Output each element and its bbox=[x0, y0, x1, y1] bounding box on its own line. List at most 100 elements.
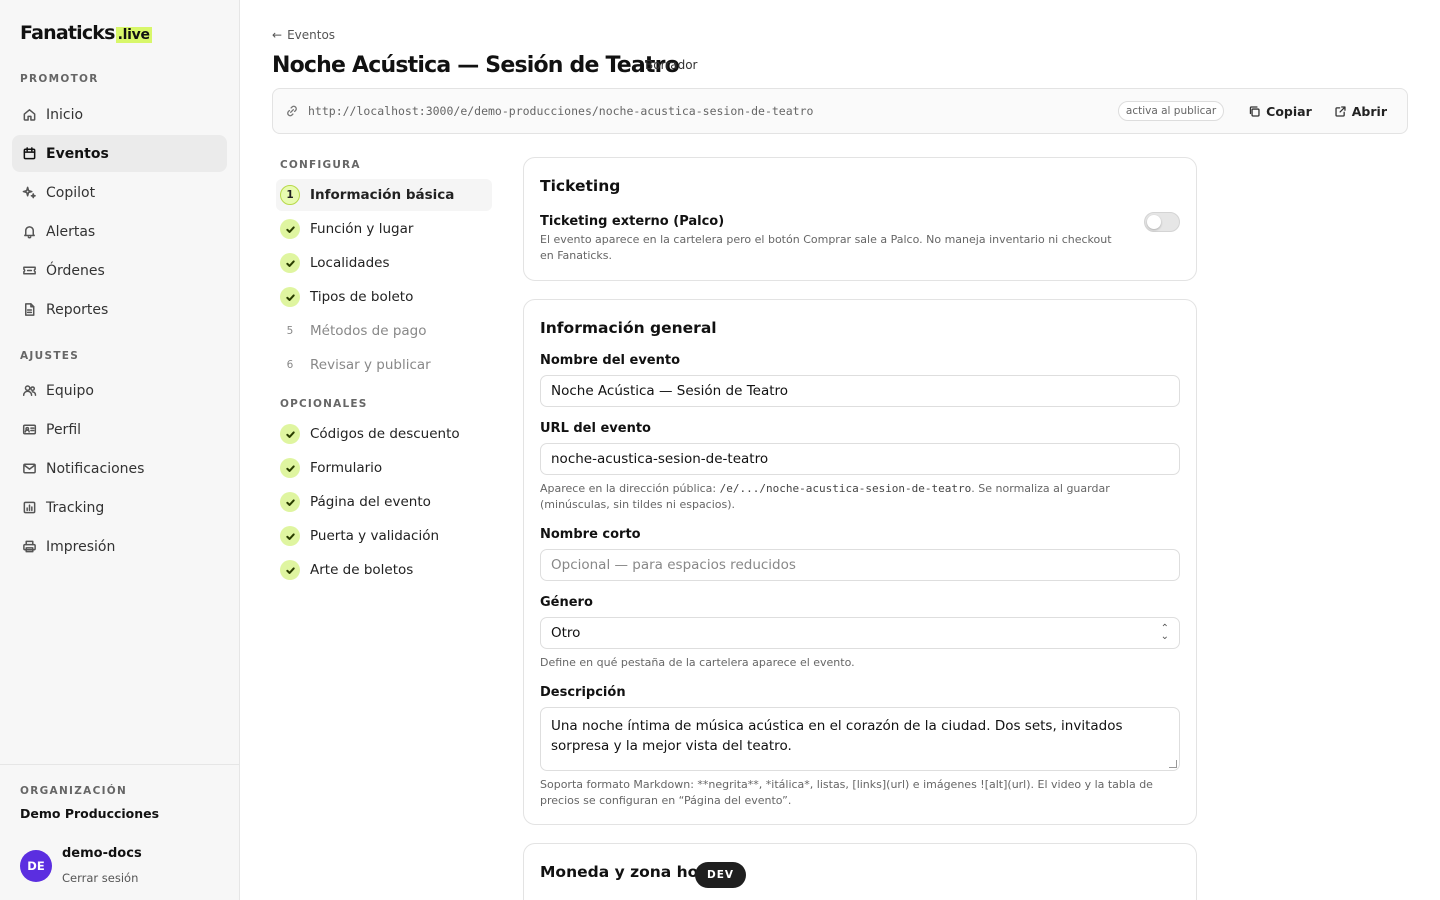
step-number: 6 bbox=[286, 359, 294, 371]
step-label: Arte de boletos bbox=[310, 562, 414, 578]
event-name-input[interactable]: Noche Acústica — Sesión de Teatro bbox=[540, 375, 1180, 407]
description-textarea[interactable]: Una noche íntima de música acústica en e… bbox=[540, 707, 1180, 771]
brand-logo[interactable]: Fanaticks .live bbox=[20, 22, 152, 44]
sidebar-item-label: Notificaciones bbox=[46, 460, 145, 477]
sidebar-item-copilot[interactable]: Copilot bbox=[12, 174, 227, 211]
sparkle-icon bbox=[20, 184, 38, 202]
sidebar-item-label: Impresión bbox=[46, 538, 116, 555]
step-pagina-del-evento[interactable]: Página del evento bbox=[276, 486, 492, 518]
step-label: Métodos de pago bbox=[310, 323, 427, 339]
toggle-knob bbox=[1147, 215, 1161, 229]
check-icon bbox=[280, 560, 300, 580]
url-status-badge: activa al publicar bbox=[1117, 101, 1225, 121]
event-url-help: Aparece en la dirección pública: /e/.../… bbox=[540, 481, 1180, 513]
calendar-icon bbox=[20, 145, 38, 163]
step-metodos-de-pago[interactable]: 5 Métodos de pago bbox=[276, 315, 492, 347]
currency-timezone-card: Moneda y zona horaria bbox=[523, 843, 1197, 900]
back-link-label: Eventos bbox=[287, 28, 336, 42]
step-revisar-y-publicar[interactable]: 6 Revisar y publicar bbox=[276, 349, 492, 381]
description-label: Descripción bbox=[540, 685, 626, 700]
step-label: Función y lugar bbox=[310, 221, 414, 237]
check-icon bbox=[280, 492, 300, 512]
sidebar-item-label: Órdenes bbox=[46, 262, 105, 279]
sidebar-item-notificaciones[interactable]: Notificaciones bbox=[12, 450, 227, 487]
sidebar-item-label: Equipo bbox=[46, 382, 94, 399]
chevron-up-down-icon: ⌃ ⌄ bbox=[1160, 623, 1169, 642]
status-badge: Borrador bbox=[645, 58, 698, 72]
user-name: demo-docs bbox=[62, 846, 142, 861]
check-icon bbox=[280, 526, 300, 546]
step-label: Página del evento bbox=[310, 494, 431, 510]
step-label: Códigos de descuento bbox=[310, 426, 460, 442]
section-label-promotor: PROMOTOR bbox=[20, 73, 99, 85]
sidebar-item-impresion[interactable]: Impresión bbox=[12, 528, 227, 565]
sidebar-item-label: Eventos bbox=[46, 145, 109, 162]
sidebar-item-ordenes[interactable]: Órdenes bbox=[12, 252, 227, 289]
general-info-card: Información general Nombre del evento No… bbox=[523, 299, 1197, 825]
genre-select[interactable]: Otro ⌃ ⌄ bbox=[540, 617, 1180, 649]
short-name-input[interactable]: Opcional — para espacios reducidos bbox=[540, 549, 1180, 581]
section-label-ajustes: AJUSTES bbox=[20, 350, 80, 362]
dev-badge[interactable]: DEV bbox=[695, 862, 746, 888]
card-title: Información general bbox=[540, 319, 717, 337]
step-label: Formulario bbox=[310, 460, 383, 476]
step-arte-de-boletos[interactable]: Arte de boletos bbox=[276, 554, 492, 586]
ticketing-card: Ticketing Ticketing externo (Palco) El e… bbox=[523, 157, 1197, 281]
sidebar-item-label: Alertas bbox=[46, 223, 96, 240]
url-help-path: /e/.../noche-acustica-sesion-de-teatro bbox=[719, 482, 972, 495]
org-divider bbox=[0, 764, 240, 765]
step-informacion-basica[interactable]: 1 Información básica bbox=[276, 179, 492, 211]
steps-label-configura: CONFIGURA bbox=[280, 159, 361, 171]
genre-label: Género bbox=[540, 595, 593, 610]
sidebar-item-alertas[interactable]: Alertas bbox=[12, 213, 227, 250]
arrow-left-icon: ← bbox=[272, 28, 283, 42]
resize-handle[interactable] bbox=[1169, 760, 1177, 768]
step-puerta-y-validacion[interactable]: Puerta y validación bbox=[276, 520, 492, 552]
ticket-icon bbox=[20, 262, 38, 280]
event-url-input[interactable]: noche-acustica-sesion-de-teatro bbox=[540, 443, 1180, 475]
file-icon bbox=[20, 301, 38, 319]
sidebar-item-label: Reportes bbox=[46, 301, 109, 318]
check-icon bbox=[280, 219, 300, 239]
section-label-organizacion: ORGANIZACIÓN bbox=[20, 785, 128, 797]
event-url-label: URL del evento bbox=[540, 421, 651, 436]
sidebar-item-label: Perfil bbox=[46, 421, 82, 438]
open-url-button[interactable]: Abrir bbox=[1326, 104, 1395, 119]
sidebar-item-label: Tracking bbox=[46, 499, 105, 516]
chart-icon bbox=[20, 499, 38, 517]
genre-select-value: Otro bbox=[551, 625, 581, 641]
copy-url-button[interactable]: Copiar bbox=[1240, 104, 1320, 119]
short-name-label: Nombre corto bbox=[540, 527, 641, 542]
back-link[interactable]: ← Eventos bbox=[272, 28, 335, 42]
step-number: 5 bbox=[286, 325, 294, 337]
step-formulario[interactable]: Formulario bbox=[276, 452, 492, 484]
open-url-label: Abrir bbox=[1351, 103, 1387, 119]
step-localidades[interactable]: Localidades bbox=[276, 247, 492, 279]
step-tipos-de-boleto[interactable]: Tipos de boleto bbox=[276, 281, 492, 313]
sidebar-item-reportes[interactable]: Reportes bbox=[12, 291, 227, 328]
step-number: 1 bbox=[280, 185, 300, 205]
check-icon bbox=[280, 253, 300, 273]
external-link-icon bbox=[1335, 105, 1346, 117]
sidebar-item-tracking[interactable]: Tracking bbox=[12, 489, 227, 526]
logout-link[interactable]: Cerrar sesión bbox=[62, 871, 138, 885]
step-funcion-y-lugar[interactable]: Función y lugar bbox=[276, 213, 492, 245]
external-ticketing-toggle[interactable] bbox=[1144, 212, 1180, 232]
sidebar-item-eventos[interactable]: Eventos bbox=[12, 135, 227, 172]
mail-icon bbox=[20, 460, 38, 478]
org-name[interactable]: Demo Producciones bbox=[20, 806, 159, 821]
check-icon bbox=[280, 458, 300, 478]
step-codigos-de-descuento[interactable]: Códigos de descuento bbox=[276, 418, 492, 450]
users-icon bbox=[20, 382, 38, 400]
description-help: Soporta formato Markdown: **negrita**, *… bbox=[540, 778, 1153, 807]
sidebar-item-perfil[interactable]: Perfil bbox=[12, 411, 227, 448]
sidebar-item-equipo[interactable]: Equipo bbox=[12, 372, 227, 409]
brand-suffix: .live bbox=[115, 27, 152, 43]
sidebar-item-inicio[interactable]: Inicio bbox=[12, 96, 227, 133]
printer-icon bbox=[20, 538, 38, 556]
public-url-bar: http://localhost:3000/e/demo-produccione… bbox=[272, 88, 1408, 134]
external-ticketing-help: El evento aparece en la cartelera pero e… bbox=[540, 233, 1112, 262]
sidebar-item-label: Copilot bbox=[46, 184, 96, 201]
public-url-text[interactable]: http://localhost:3000/e/demo-produccione… bbox=[308, 104, 1118, 118]
home-icon bbox=[20, 106, 38, 124]
